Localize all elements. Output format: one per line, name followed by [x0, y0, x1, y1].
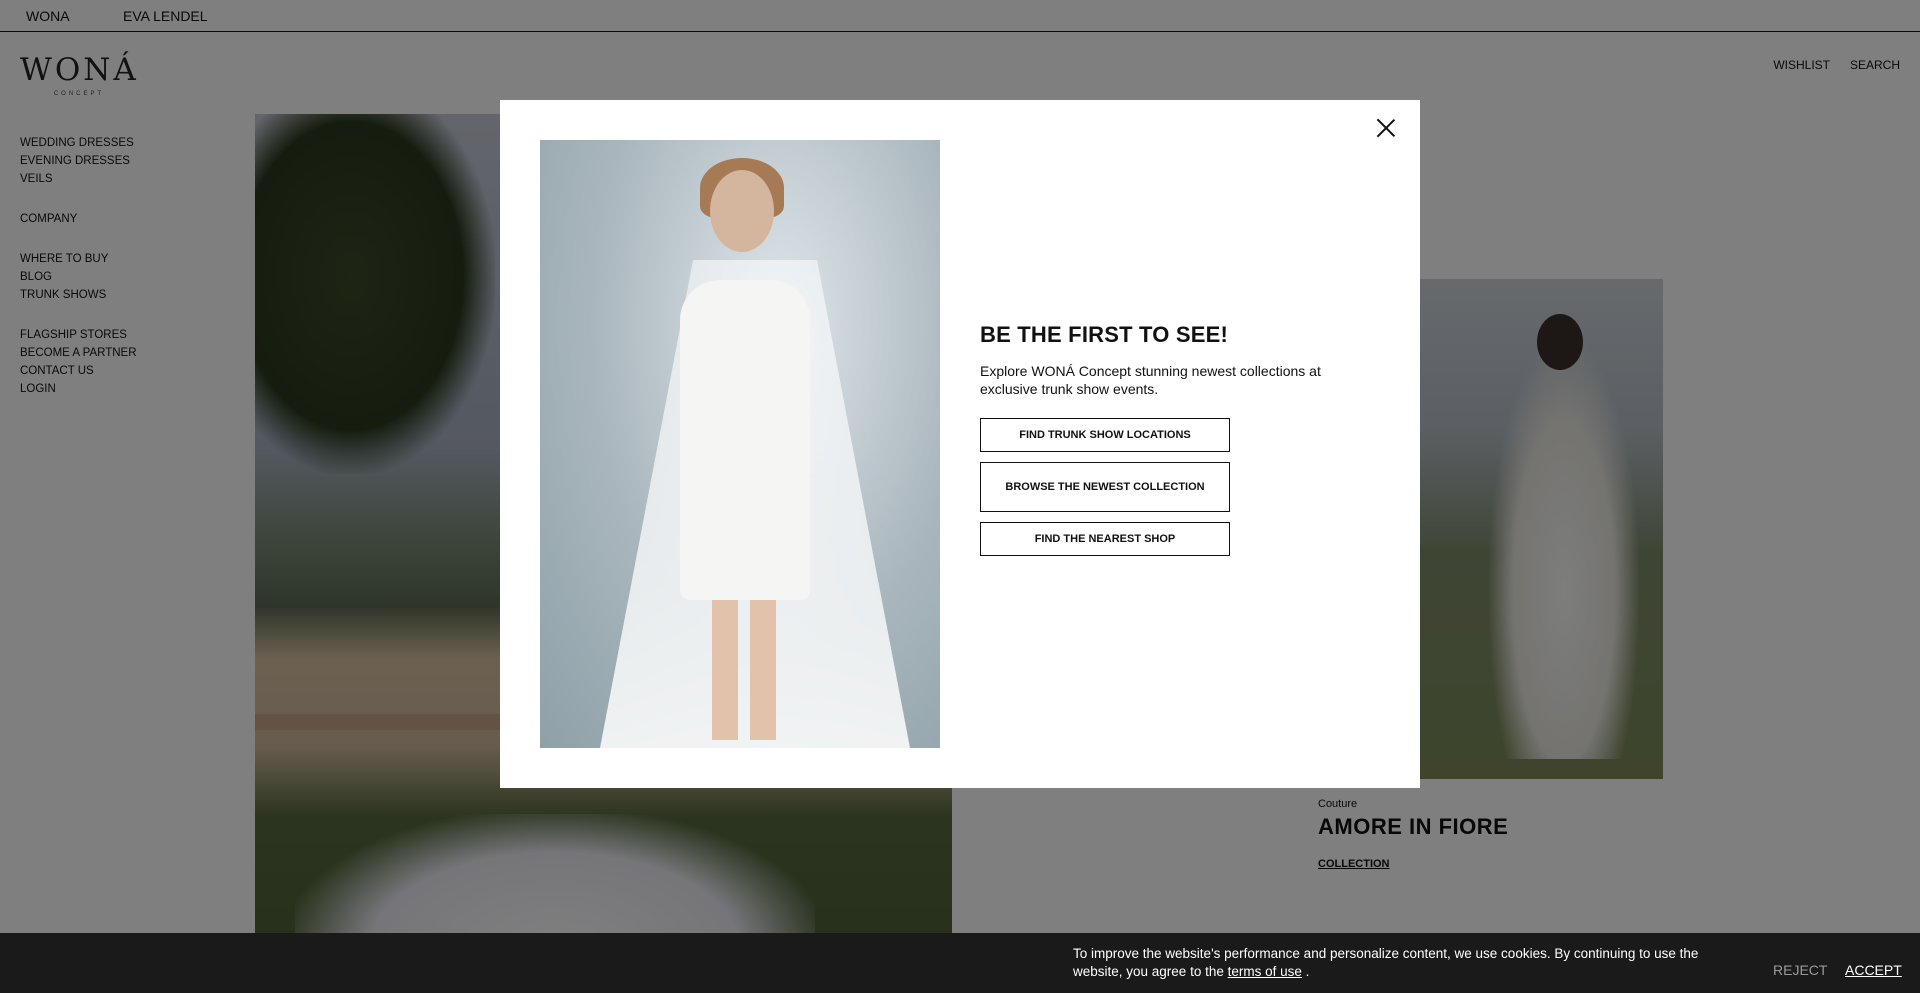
accept-cookies-button[interactable]: ACCEPT	[1845, 962, 1902, 978]
photo-leg-right	[750, 590, 776, 740]
modal-heading: BE THE FIRST TO SEE!	[980, 322, 1229, 347]
cookie-banner: To improve the website's performance and…	[0, 933, 1920, 993]
close-icon[interactable]	[1374, 116, 1398, 140]
cookie-text: To improve the website's performance and…	[1073, 945, 1733, 981]
terms-of-use-link[interactable]: terms of use	[1228, 964, 1302, 979]
modal-content: BE THE FIRST TO SEE! Explore WONÁ Concep…	[980, 322, 1340, 566]
photo-leg-left	[712, 590, 738, 740]
find-shop-button[interactable]: FIND THE NEAREST SHOP	[980, 522, 1230, 556]
reject-cookies-button[interactable]: REJECT	[1773, 962, 1827, 978]
photo-face	[710, 170, 774, 252]
browse-collection-button[interactable]: BROWSE THE NEWEST COLLECTION	[980, 462, 1230, 512]
modal-description: Explore WONÁ Concept stunning newest col…	[980, 363, 1321, 397]
modal-photo	[540, 140, 940, 748]
cookie-message: To improve the website's performance and…	[1073, 946, 1699, 979]
cookie-message-end: .	[1305, 964, 1310, 979]
find-trunk-show-button[interactable]: FIND TRUNK SHOW LOCATIONS	[980, 418, 1230, 452]
photo-mini-dress	[680, 280, 810, 600]
trunk-show-modal: BE THE FIRST TO SEE! Explore WONÁ Concep…	[500, 100, 1420, 788]
